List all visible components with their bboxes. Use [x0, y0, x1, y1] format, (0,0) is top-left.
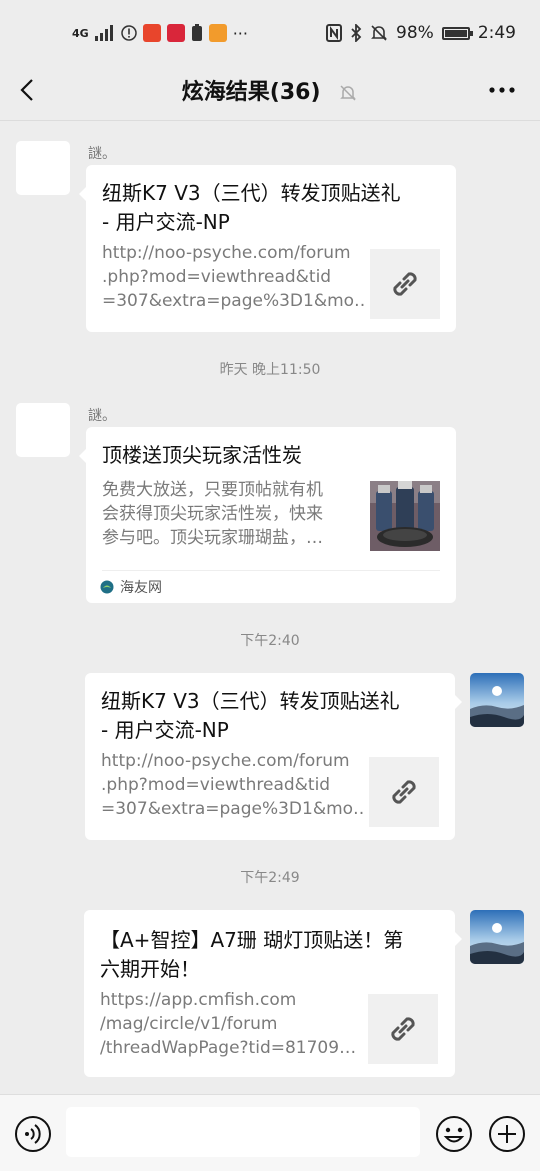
plus-icon — [489, 1116, 525, 1152]
card-desc-line: /mag/circle/v1/forum — [100, 1014, 278, 1034]
mute-icon — [371, 25, 387, 41]
card-desc-line: =307&extra=page%3D1&mo… — [101, 799, 363, 819]
card-desc-line: http://noo-psyche.com/forum — [101, 751, 350, 771]
link-card[interactable]: 【A+智控】A7珊 瑚灯顶贴送！第 六期开始！ https://app.cmfi… — [84, 910, 462, 1077]
card-title-line: - 用户交流-NP — [101, 718, 229, 742]
mountain-photo-avatar — [470, 673, 524, 727]
card-description: http://noo-psyche.com/forum .php?mod=vie… — [102, 241, 364, 313]
app-notification-icon — [142, 24, 161, 42]
chat-title: 炫海结果(36) — [181, 80, 321, 105]
link-card[interactable]: 纽斯K7 V3（三代）转发顶贴送礼 - 用户交流-NP http://noo-p… — [79, 165, 456, 332]
alert-icon — [120, 25, 137, 41]
message-timestamp: 下午2:40 — [240, 633, 300, 649]
signal-icon — [94, 25, 113, 41]
network-indicator: 4G — [72, 26, 89, 40]
card-title-line: - 用户交流-NP — [102, 210, 230, 234]
card-title: 纽斯K7 V3（三代）转发顶贴送礼 - 用户交流-NP — [101, 687, 439, 745]
card-desc-line: .php?mod=viewthread&tid — [102, 267, 332, 287]
card-thumbnail — [370, 249, 440, 319]
product-photo-image — [370, 481, 440, 551]
source-name: 海友网 — [120, 580, 162, 596]
app-notification-icon-2 — [166, 24, 185, 42]
video-app-icon — [208, 24, 227, 42]
article-card[interactable]: 顶楼送顶尖玩家活性炭 免费大放送，只要顶帖就有机 会获得顶尖玩家活性炭，快来 参… — [79, 427, 456, 603]
more-options-button[interactable] — [484, 74, 520, 106]
card-desc-line: 会获得顶尖玩家活性炭，快来 — [102, 504, 323, 524]
my-avatar[interactable] — [470, 673, 524, 727]
card-description: https://app.cmfish.com /mag/circle/v1/fo… — [100, 988, 362, 1060]
message-input[interactable] — [66, 1107, 420, 1157]
more-dots-icon — [489, 87, 515, 93]
card-title: 纽斯K7 V3（三代）转发顶贴送礼 - 用户交流-NP — [102, 179, 440, 237]
card-desc-line: .php?mod=viewthread&tid — [101, 775, 331, 795]
link-card[interactable]: 纽斯K7 V3（三代）转发顶贴送礼 - 用户交流-NP http://noo-p… — [85, 673, 462, 840]
link-icon — [393, 272, 417, 296]
link-icon — [391, 1017, 415, 1041]
card-desc-line: 参与吧。顶尖玩家珊瑚盐，… — [102, 528, 323, 548]
sender-avatar[interactable] — [16, 403, 70, 457]
emoji-button[interactable] — [435, 1115, 473, 1153]
card-title: 顶楼送顶尖玩家活性炭 — [102, 443, 302, 467]
card-title: 【A+智控】A7珊 瑚灯顶贴送！第 六期开始！ — [100, 926, 439, 984]
status-left-icons: 4G ··· — [72, 22, 248, 44]
battery-percent: 98% — [396, 23, 434, 43]
voice-input-button[interactable] — [14, 1115, 52, 1153]
card-title-line: 纽斯K7 V3（三代）转发顶贴送礼 — [102, 181, 401, 205]
card-source: 海友网 — [100, 577, 162, 597]
card-desc-line: /threadWapPage?tid=81709… — [100, 1038, 357, 1058]
card-desc-line: http://noo-psyche.com/forum — [102, 243, 351, 263]
clock: 2:49 — [477, 23, 516, 43]
message-timestamp: 下午2:49 — [240, 870, 300, 886]
bluetooth-icon — [351, 24, 362, 42]
voice-icon — [15, 1116, 51, 1152]
source-logo-icon — [100, 580, 114, 594]
card-thumbnail — [368, 994, 438, 1064]
card-title-line: 纽斯K7 V3（三代）转发顶贴送礼 — [101, 689, 400, 713]
mute-bell-icon — [340, 85, 357, 101]
page-title: 炫海结果(36) — [0, 74, 540, 106]
nfc-icon — [326, 24, 343, 42]
sender-name: 謎。 — [88, 146, 116, 162]
my-avatar[interactable] — [470, 910, 524, 964]
sender-avatar[interactable] — [16, 141, 70, 195]
battery-icon — [441, 26, 473, 40]
sender-name: 謎。 — [88, 408, 116, 424]
product-photo-thumbnail — [370, 481, 440, 551]
card-title-line: 六期开始！ — [100, 957, 200, 981]
card-desc-line: =307&extra=page%3D1&mo… — [102, 291, 364, 311]
card-title-line: 【A+智控】A7珊 瑚灯顶贴送！第 — [100, 928, 404, 952]
mountain-photo-avatar — [470, 910, 524, 964]
chat-header: 炫海结果(36) — [0, 64, 540, 121]
chat-input-bar — [0, 1094, 540, 1171]
card-description: 免费大放送，只要顶帖就有机 会获得顶尖玩家活性炭，快来 参与吧。顶尖玩家珊瑚盐，… — [102, 478, 364, 550]
card-desc-line: https://app.cmfish.com — [100, 990, 297, 1010]
card-desc-line: 免费大放送，只要顶帖就有机 — [102, 480, 323, 500]
phone-storage-icon — [191, 24, 202, 41]
card-description: http://noo-psyche.com/forum .php?mod=vie… — [101, 749, 363, 821]
more-notifications: ··· — [232, 23, 248, 43]
card-divider — [102, 570, 440, 571]
message-timestamp: 昨天 晚上11:50 — [219, 362, 321, 378]
status-bar: 4G ··· 98% 2:49 — [0, 0, 540, 64]
more-functions-button[interactable] — [488, 1115, 526, 1153]
status-right-icons: 98% 2:49 — [326, 22, 516, 44]
card-thumbnail — [369, 757, 439, 827]
link-icon — [392, 780, 416, 804]
emoji-icon — [436, 1116, 472, 1152]
